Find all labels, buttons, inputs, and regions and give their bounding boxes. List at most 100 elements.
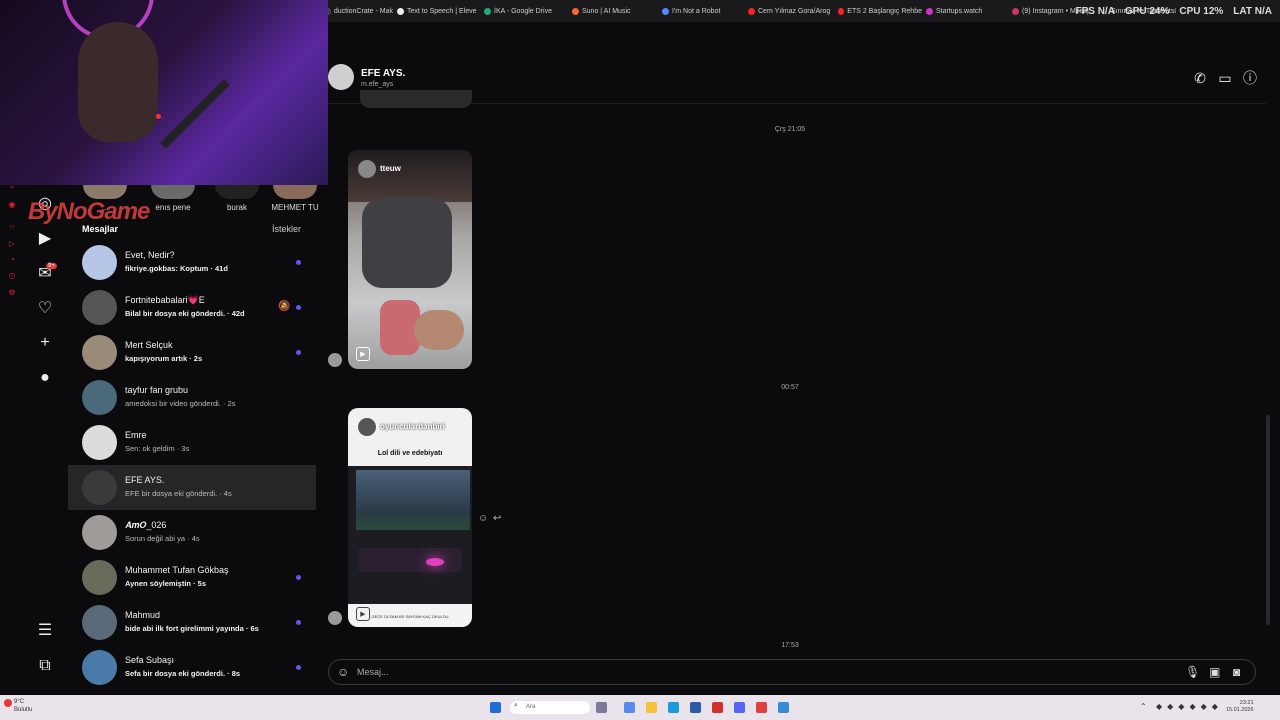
reel-header-area [348, 408, 472, 466]
settings-icon[interactable]: ⚙ [7, 288, 17, 298]
scrollbar-thumb[interactable] [1266, 415, 1270, 625]
chat-row[interactable]: Mert Selçuk kapışıyorum artık · 2s [68, 330, 316, 375]
reel-object [362, 198, 452, 288]
conversation-avatar[interactable] [328, 64, 354, 90]
taskbar-app-icon[interactable] [624, 702, 635, 713]
tab-label: I'm Not a Robot [672, 7, 721, 15]
note-label: ... [101, 203, 109, 212]
browser-tab[interactable]: ductionCrate - Mak [326, 4, 393, 18]
chat-name: tayfur fan grubu [125, 385, 189, 395]
reply-icon[interactable]: ↩ [493, 513, 501, 524]
chat-row[interactable]: Sefa Subaşı Sefa bir dosya eki gönderdi. … [68, 645, 316, 690]
note-avatar [83, 185, 127, 199]
tab-label: ETS 2 Başlangıç Rehbe [847, 7, 922, 15]
app-icon[interactable]: ○ [7, 222, 17, 232]
weather-widget[interactable]: 9°C Bulutlu [14, 698, 32, 714]
menu-icon[interactable]: ☰ [35, 620, 55, 640]
image-icon[interactable]: ▣ [1209, 665, 1220, 679]
browser-tab[interactable]: Text to Speech | Eleve [397, 4, 480, 18]
taskbar-app-icon[interactable] [596, 702, 607, 713]
chat-list: Evet, Nedir? fikriye.gokbas: Koptum · 41d… [68, 240, 316, 695]
chat-row[interactable]: Fortnitebabalari💗E Bilal bir dosya eki gö… [68, 285, 316, 330]
chat-preview: Sorun değil abi ya · 4s [125, 534, 200, 543]
history-icon[interactable]: ◷ [7, 271, 17, 281]
video-call-icon[interactable]: ▭ [1217, 70, 1233, 86]
chat-name: Sefa Subaşı [125, 655, 175, 665]
chat-row[interactable]: Muhammet Tufan Gökbaş Aynen söylemiştin ·… [68, 555, 316, 600]
taskbar-search[interactable]: Ara [510, 701, 590, 714]
hud-lat: LAT N/A [1233, 6, 1272, 17]
reel-keyboard [358, 548, 462, 572]
react-emoji-icon[interactable]: ☺ [478, 513, 488, 524]
chat-preview: Aynen söylemiştin · 5s [125, 579, 206, 588]
chat-name: Mahmud [125, 610, 161, 620]
discord-icon[interactable]: ◉ [7, 200, 17, 210]
tray-chevron-icon[interactable]: ⌃ [1140, 702, 1147, 711]
tab-favicon-icon [748, 7, 755, 15]
taskbar-app-icon[interactable] [690, 702, 701, 713]
chat-preview: Sefa bir dosya eki gönderdi. · 8s [125, 669, 241, 678]
info-icon[interactable]: ⓘ [1242, 70, 1258, 86]
play-icon[interactable]: ▷ [7, 239, 17, 249]
note-item[interactable]: MEHMET TU [270, 185, 320, 212]
sticker-icon[interactable]: ◙ [1233, 665, 1240, 679]
requests-link[interactable]: İstekler [272, 224, 301, 234]
note-item[interactable]: ... [80, 185, 130, 212]
timestamp-2: 00:57 [781, 384, 799, 391]
opera-icon[interactable] [712, 702, 723, 713]
chat-row[interactable]: Emre Sen: ok geldim · 3s [68, 420, 316, 465]
meta-threads-icon[interactable]: ⧉ [35, 656, 55, 676]
browser-tab[interactable]: Cem Yılmaz Gora/Arog [748, 4, 834, 18]
tab-favicon-icon [926, 7, 933, 15]
profile-avatar[interactable]: ● [35, 368, 55, 388]
edge-icon[interactable] [668, 702, 679, 713]
chat-row[interactable]: EFE AYS. EFE bir dosya eki gönderdi. · 4s [68, 465, 316, 510]
chat-row[interactable]: Evet, Nedir? fikriye.gokbas: Koptum · 41d [68, 240, 316, 285]
message-input[interactable] [357, 664, 1157, 680]
unread-dot [296, 665, 301, 670]
reel-icon: ▶ [356, 347, 370, 361]
taskbar-clock[interactable]: 23:21 15.01.2026 [1226, 700, 1254, 714]
mic-led [156, 114, 161, 119]
chevron-up-icon[interactable]: ⌃ [7, 185, 17, 195]
streamer-face [78, 22, 158, 142]
chat-row[interactable]: 𝑨𝒎𝑶_026 Sorun değil abi ya · 4s [68, 510, 316, 555]
note-item[interactable]: enıs pene [148, 185, 198, 212]
notification-badge: 9+ [46, 263, 57, 269]
chat-row[interactable]: tayfur fan grubu amedoksi bir video gönde… [68, 375, 316, 420]
windows-start-icon[interactable] [490, 702, 501, 713]
create-icon[interactable]: + [35, 333, 55, 353]
chat-name: Fortnitebabalari💗E [125, 295, 205, 305]
sender-avatar [328, 353, 342, 367]
chat-preview: bide abi ilk fort girelimmi yayında · 6s [125, 624, 259, 633]
messages-heading: Mesajlar [82, 224, 119, 234]
microphone-icon[interactable]: 🎙 [1185, 665, 1200, 679]
browser-tab[interactable]: İKA - Google Drive [484, 4, 568, 18]
taskbar-app-icon[interactable] [778, 702, 789, 713]
reels-icon[interactable]: ▶ [35, 228, 55, 248]
conversation-name[interactable]: EFE AYS. [361, 68, 405, 79]
clock-time: 23:21 [1239, 700, 1254, 706]
scrollbar[interactable] [1266, 60, 1272, 680]
clock-icon[interactable]: ◔ [7, 255, 17, 265]
browser-tab[interactable]: I'm Not a Robot [662, 4, 744, 18]
system-tray-icons[interactable]: ◆◆◆◆◆◆ [1156, 702, 1223, 711]
file-explorer-icon[interactable] [646, 702, 657, 713]
phone-icon[interactable]: ✆ [1192, 70, 1208, 86]
browser-tab[interactable]: Suno | AI Music [572, 4, 658, 18]
taskbar-app-icon[interactable] [756, 702, 767, 713]
chat-row[interactable]: Mahmud bide abi ilk fort girelimmi yayınd… [68, 600, 316, 645]
notes-row: ... enıs pene burak MEHMET TU [68, 185, 320, 220]
discord-icon[interactable] [734, 702, 745, 713]
heart-icon[interactable]: ♡ [35, 298, 55, 318]
emoji-icon[interactable]: ☺ [337, 665, 349, 679]
shared-reel-2[interactable]: oyunculardanbiri Lol dili ve edebiyatı G… [348, 408, 472, 627]
tab-label: Text to Speech | Eleve [407, 7, 477, 15]
browser-tab[interactable]: ETS 2 Başlangıç Rehbe [838, 4, 922, 18]
chat-avatar [82, 605, 117, 640]
browser-tab[interactable]: Startups.watch [926, 4, 1008, 18]
note-item[interactable]: burak [212, 185, 262, 212]
note-avatar [215, 185, 259, 199]
shared-reel-1[interactable]: tteuw ▶ [348, 150, 472, 369]
chat-preview: amedoksi bir video gönderdi. · 2s [125, 399, 236, 408]
